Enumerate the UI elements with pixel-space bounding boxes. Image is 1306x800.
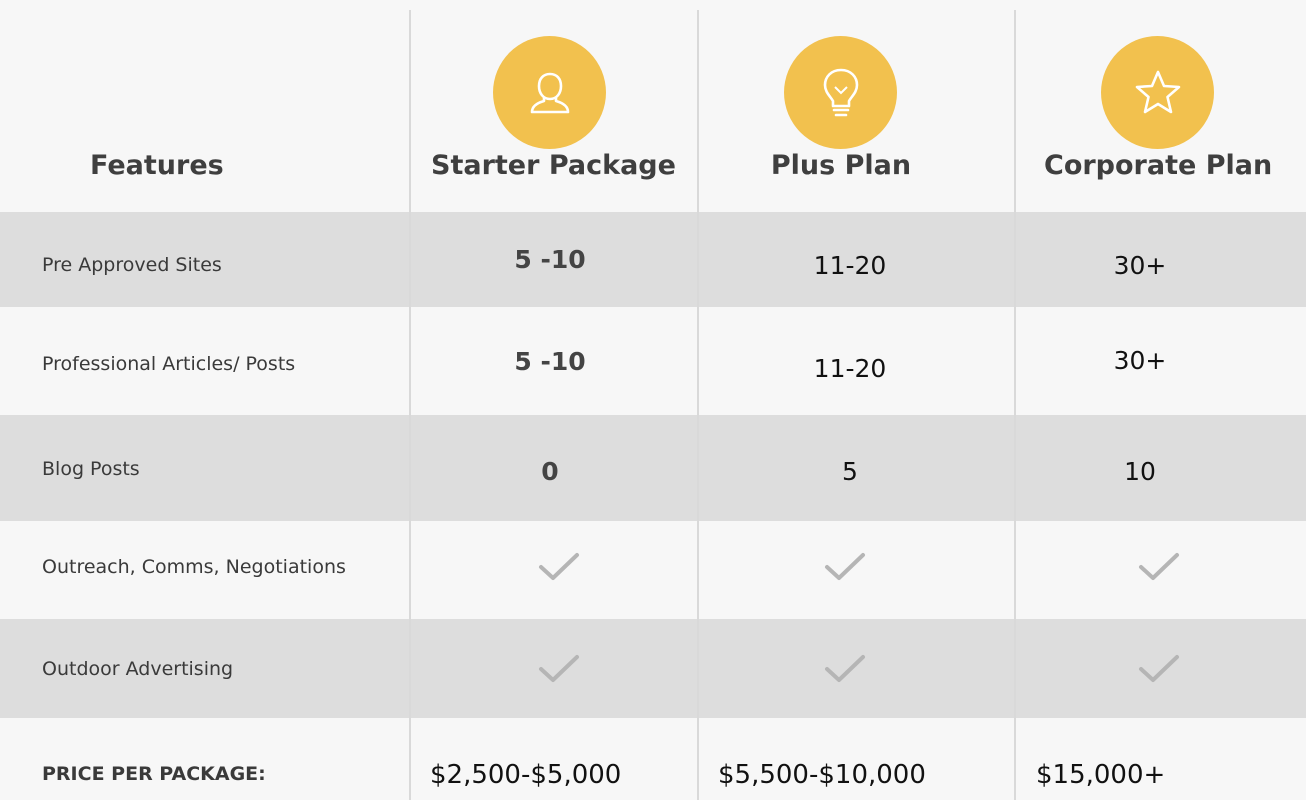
starter-value: 5 -10 [514,347,586,376]
corporate-value: 10 [1124,457,1156,486]
feature-label-professional-articles: Professional Articles/ Posts [42,353,296,375]
feature-label-outdoor-advertising: Outdoor Advertising [42,658,234,680]
check-icon [825,553,865,580]
check-icon [539,655,579,682]
user-icon [530,72,569,113]
plus-price: $5,500-$10,000 [718,760,926,790]
price-per-package-label: PRICE PER PACKAGE: [42,763,266,785]
plus-value: 11-20 [813,251,887,280]
check-icon [539,553,579,580]
check-icon [1139,553,1179,580]
check-icon [1139,655,1179,682]
starter-price: $2,500-$5,000 [430,760,622,790]
starter-value: 0 [541,457,559,486]
plus-value: 5 [842,457,858,486]
corporate-plan-header: Corporate Plan [1044,150,1273,181]
column-divider [697,10,699,800]
star-icon [1135,70,1180,113]
column-divider [409,10,411,800]
corporate-value: 30+ [1113,251,1167,280]
plus-plan-icon-circle [784,36,897,149]
plus-value: 11-20 [813,354,887,383]
column-divider [1014,10,1016,800]
lightbulb-icon [823,68,858,116]
features-column-header: Features [90,150,224,181]
corporate-price: $15,000+ [1036,760,1166,790]
feature-label-blog-posts: Blog Posts [42,458,140,480]
starter-value: 5 -10 [514,245,586,274]
starter-plan-icon-circle [493,36,606,149]
corporate-plan-icon-circle [1101,36,1214,149]
corporate-value: 30+ [1113,346,1167,375]
feature-label-outreach: Outreach, Comms, Negotiations [42,556,346,578]
pricing-comparison-table: Features Starter Package Plus Plan Corpo… [0,0,1306,800]
starter-plan-header: Starter Package [431,150,676,181]
check-icon [825,655,865,682]
plus-plan-header: Plus Plan [770,150,912,181]
feature-label-pre-approved-sites: Pre Approved Sites [42,254,222,276]
